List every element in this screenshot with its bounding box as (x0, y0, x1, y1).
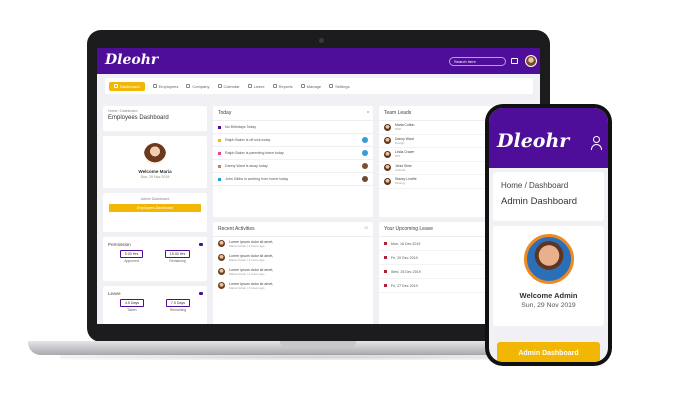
permission-card: Permission 5.00 Hrs Approved 15.00 Hrs R… (103, 237, 207, 281)
calendar-icon (384, 242, 387, 245)
leave-taken: 4.5 Days Taken (119, 299, 145, 312)
recent-activities-card: Recent Activities 10 Lorem ipsum dolor s… (213, 222, 373, 324)
today-title: Today (213, 106, 373, 121)
phone-welcome: Welcome Admin (519, 291, 578, 300)
nav-item-manage[interactable]: Manage (300, 84, 321, 89)
manage-icon (300, 84, 305, 88)
briefcase-icon (199, 292, 203, 295)
avatar (218, 254, 225, 261)
logo[interactable]: Dleohr (105, 52, 158, 68)
nav-item-employees[interactable]: Employees (152, 84, 178, 89)
nav-item-leave[interactable]: Leave (247, 84, 265, 89)
activity-item: Lorem ipsum dolor sit amet, Maria Cotton … (213, 279, 373, 293)
profile-card: Welcome Maria Sun, 29 Nov 2019 (103, 136, 207, 188)
more-icon[interactable] (367, 111, 369, 113)
leave-icon (247, 84, 252, 88)
avatar (362, 176, 368, 182)
avatar (384, 177, 391, 185)
calendar-icon (384, 270, 387, 273)
laptop-screen: Dleohr Search here Dashboard Employees C… (97, 48, 540, 324)
phone-page-title: Admin Dashboard (501, 196, 578, 207)
list-item: Ralph Baker is parenting leave today (213, 147, 373, 160)
avatar (362, 137, 368, 143)
nav-item-reports[interactable]: Reports (272, 84, 293, 89)
phone-screen: Dleohr Home / Dashboard Admin Dashboard … (489, 108, 608, 362)
admin-card: Admin Dashboard Employees Dashboard (103, 193, 207, 232)
calendar-icon (217, 84, 222, 88)
nav-item-calendar[interactable]: Calendar (217, 84, 240, 89)
avatar (384, 137, 391, 145)
avatar (218, 240, 225, 247)
laptop-notch (280, 341, 356, 347)
camera-icon (319, 38, 324, 43)
away-icon (218, 164, 221, 168)
date-text: Sun, 29 Nov 2019 (140, 175, 170, 179)
welcome-text: Welcome Maria (138, 169, 172, 174)
permission-remaining: 15.00 Hrs Remaining (164, 250, 191, 263)
permission-approved: 5.00 Hrs Approved (119, 250, 144, 263)
page-header-card: Home / Dashboard Employees Dashboard (103, 106, 207, 131)
phone-date: Sun, 29 Nov 2019 (521, 302, 576, 309)
briefcase-icon (199, 243, 203, 246)
search-input[interactable]: Search here (449, 57, 506, 66)
leave-remaining: 7.5 Days Remaining (165, 299, 191, 312)
phone-profile-card: Welcome Admin Sun, 29 Nov 2019 (493, 226, 604, 326)
gear-icon (329, 84, 334, 88)
list-item: Ralph Baker is off sick today (213, 134, 373, 147)
breadcrumb-current: Dashboard (120, 109, 138, 113)
today-card: Today No Birthdays Today Ralph Baker is … (213, 106, 373, 217)
avatar (384, 123, 391, 131)
phone-breadcrumb[interactable]: Home / Dashboard (493, 172, 604, 190)
briefcase-icon[interactable] (511, 58, 518, 64)
home-icon (218, 177, 221, 181)
avatar (218, 282, 225, 289)
avatar (362, 150, 368, 156)
activity-item: Lorem ipsum dolor sit amet, Maria Cotton … (213, 237, 373, 251)
employees-dashboard-button[interactable]: Employees Dashboard (109, 204, 201, 212)
activity-item: Lorem ipsum dolor sit amet, Maria Cotton … (213, 251, 373, 265)
admin-avatar (523, 234, 574, 284)
admin-dashboard-button[interactable]: Admin Dashboard (497, 342, 600, 362)
page-title: Employees Dashboard (108, 115, 169, 121)
activity-item: Lorem ipsum dolor sit amet, Maria Cotton … (213, 265, 373, 279)
list-item: No Birthdays Today (213, 121, 373, 134)
main-nav: Dashboard Employees Company Calendar Lea… (105, 78, 533, 94)
users-icon (152, 84, 157, 88)
phone-logo[interactable]: Dleohr (497, 130, 569, 152)
app-header: Dleohr Search here (97, 48, 540, 74)
reports-icon (272, 84, 277, 88)
phone-frame: Dleohr Home / Dashboard Admin Dashboard … (485, 104, 612, 366)
building-icon (186, 84, 191, 88)
profile-avatar (144, 143, 166, 165)
permission-title: Permission (108, 242, 131, 247)
recent-count: 10 (364, 226, 368, 230)
avatar (362, 163, 368, 169)
cake-icon (218, 125, 221, 129)
calendar-icon (384, 256, 387, 259)
parent-icon (218, 151, 221, 155)
leave-card: Leave 4.5 Days Taken 7.5 Days Remaining (103, 286, 207, 324)
avatar[interactable] (525, 55, 537, 67)
list-item: John Gibbs is working from home today (213, 173, 373, 186)
nav-item-company[interactable]: Company (186, 84, 210, 89)
phone-page-header-card: Home / Dashboard Admin Dashboard (493, 172, 604, 221)
home-icon (114, 84, 118, 88)
leave-title: Leave (108, 291, 121, 296)
recent-activities-title: Recent Activities (213, 222, 373, 237)
user-icon[interactable] (591, 136, 602, 150)
nav-item-dashboard[interactable]: Dashboard (109, 81, 145, 91)
breadcrumb-home[interactable]: Home (108, 109, 117, 113)
avatar (384, 164, 391, 172)
sick-icon (218, 138, 221, 142)
avatar (384, 150, 391, 158)
nav-item-settings[interactable]: Settings (329, 84, 350, 89)
admin-label: Admin Dashboard (140, 197, 170, 201)
avatar (218, 268, 225, 275)
phone-header: Dleohr (489, 108, 608, 168)
list-item: Danny Ward is away today (213, 160, 373, 173)
breadcrumb: Home / Dashboard (108, 109, 138, 113)
calendar-icon (384, 284, 387, 287)
